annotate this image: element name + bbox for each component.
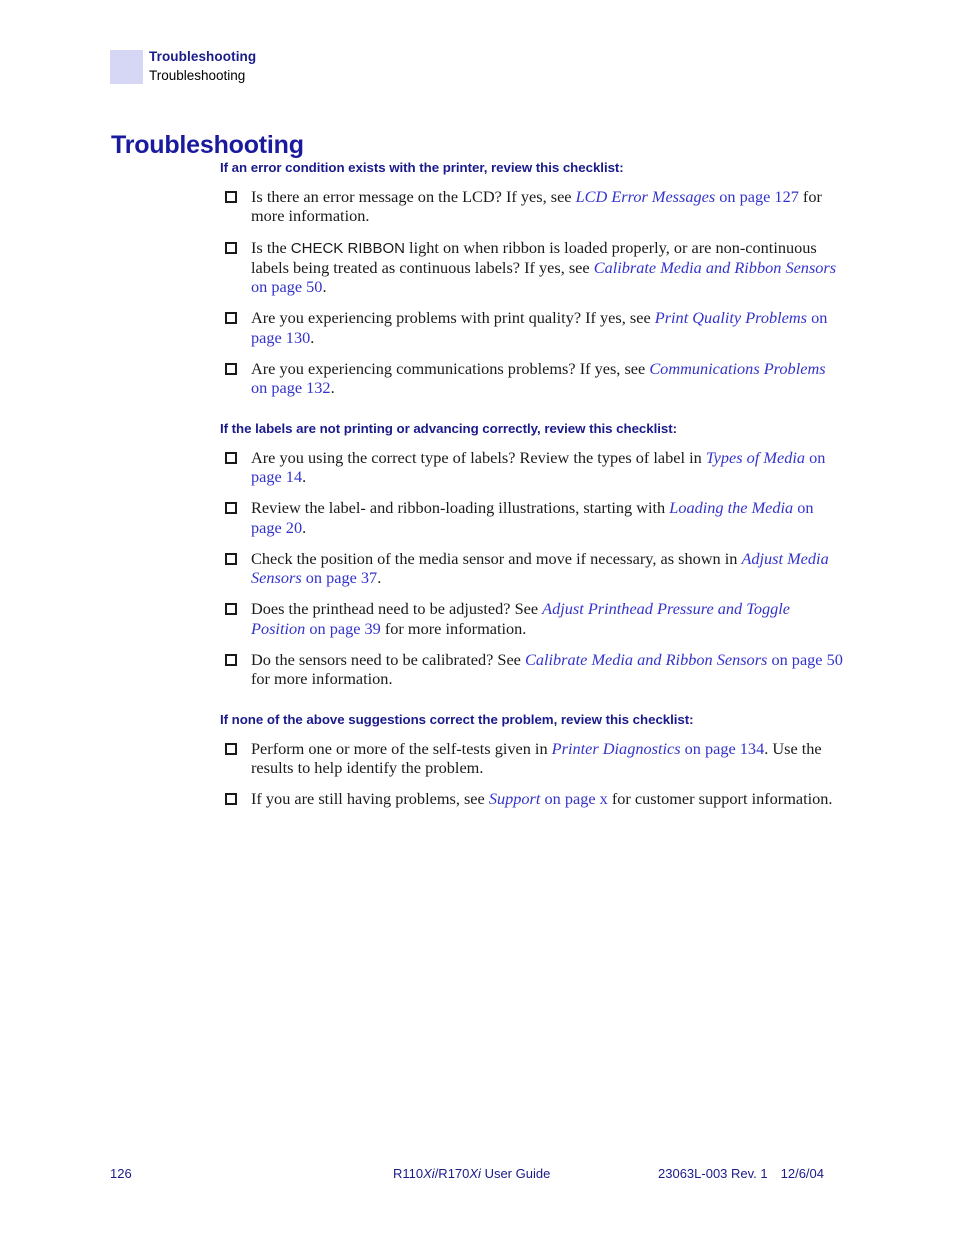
cross-reference-link[interactable]: Types of Media <box>706 448 805 467</box>
header-text-block: Troubleshooting Troubleshooting <box>149 48 256 85</box>
cross-reference-link[interactable]: Support <box>489 789 541 808</box>
item-text-lead: Is the <box>251 237 291 257</box>
checkbox-icon <box>225 654 237 667</box>
item-text-lead: Check the position of the media sensor a… <box>251 548 742 568</box>
item-text-tail: . <box>310 327 315 347</box>
checkbox-icon <box>225 312 237 325</box>
cross-reference-link[interactable]: Print Quality Problems <box>655 308 807 327</box>
item-text-tail: for more information. <box>251 669 393 689</box>
item-text-lead: Perform one or more of the self-tests gi… <box>251 738 552 758</box>
checklist-none-of-above: Perform one or more of the self-tests gi… <box>220 739 845 809</box>
checklist-item: Is the CHECK RIBBON light on when ribbon… <box>220 238 845 297</box>
item-text-lead: Do the sensors need to be calibrated? Se… <box>251 650 525 670</box>
item-text-tail: for more information. <box>380 618 527 638</box>
checkbox-icon <box>225 742 237 755</box>
checklist-item: Check the position of the media sensor a… <box>220 549 845 588</box>
section-heading-error-condition: If an error condition exists with the pr… <box>220 160 624 175</box>
cross-reference-link[interactable]: Loading the Media <box>669 498 793 517</box>
page-reference[interactable]: on page 39 <box>305 619 380 638</box>
item-text-lead: Are you using the correct type of labels… <box>251 447 706 467</box>
checkbox-icon <box>225 241 237 254</box>
header-chapter-title: Troubleshooting <box>149 49 257 64</box>
cross-reference-link[interactable]: LCD Error Messages <box>576 187 716 206</box>
header-color-swatch <box>110 50 143 84</box>
running-header: Troubleshooting Troubleshooting <box>110 48 870 90</box>
section-heading-none-of-above: If none of the above suggestions correct… <box>220 711 694 727</box>
item-text-tail: . <box>302 466 307 486</box>
footer-document-date: 12/6/04 <box>780 1166 824 1181</box>
checkbox-icon <box>225 191 237 203</box>
item-text-lead: Are you experiencing communications prob… <box>251 359 650 379</box>
cross-reference-link[interactable]: Printer Diagnostics <box>552 739 681 758</box>
checkbox-icon <box>225 603 237 616</box>
checkbox-icon <box>225 502 237 515</box>
page-title: Troubleshooting <box>111 130 304 159</box>
checkbox-icon <box>225 451 237 464</box>
checklist-error-condition: Is there an error message on the LCD? If… <box>220 187 845 398</box>
header-section-title: Troubleshooting <box>149 68 246 83</box>
item-text-lead: If you are still having problems, see <box>251 789 489 809</box>
checklist-item: Are you experiencing communications prob… <box>220 359 845 398</box>
item-text-lead: Are you experiencing problems with print… <box>251 308 655 328</box>
checklist-labels-not-printing: Are you using the correct type of labels… <box>220 448 845 689</box>
checklist-item: Review the label- and ribbon-loading ill… <box>220 498 845 537</box>
guide-suffix: User Guide <box>480 1166 551 1181</box>
checkbox-icon <box>225 363 237 376</box>
checkbox-icon <box>225 552 237 565</box>
item-text-lead: Does the printhead need to be adjusted? … <box>251 599 543 619</box>
checklist-item: If you are still having problems, see Su… <box>220 789 845 808</box>
content-column: If an error condition exists with the pr… <box>220 160 845 809</box>
guide-prefix: R110 <box>393 1166 424 1181</box>
item-text-tail: . <box>302 517 307 537</box>
printer-indicator-label: CHECK RIBBON <box>290 239 405 257</box>
item-text-lead: Review the label- and ribbon-loading ill… <box>251 498 670 518</box>
item-text-lead: Is there an error message on the LCD? If… <box>251 187 576 206</box>
checklist-item: Do the sensors need to be calibrated? Se… <box>220 650 845 689</box>
checklist-item: Is there an error message on the LCD? If… <box>220 187 845 226</box>
footer-document-info: 23063L-003 Rev. 1 12/6/04 <box>658 1166 824 1181</box>
page-reference[interactable]: on page 37 <box>302 568 377 587</box>
page-reference[interactable]: on page 50 <box>767 650 842 669</box>
item-text-tail: for customer support information. <box>607 789 833 809</box>
guide-xi-first: Xi <box>423 1166 435 1181</box>
footer-document-number: 23063L-003 Rev. 1 <box>658 1166 768 1181</box>
checklist-item: Are you experiencing problems with print… <box>220 308 845 347</box>
page-reference[interactable]: on page 50 <box>251 277 322 296</box>
section-heading-labels-not-printing: If the labels are not printing or advanc… <box>220 420 677 436</box>
item-text-tail: . <box>322 277 327 297</box>
page-reference[interactable]: on page x <box>540 789 607 808</box>
checklist-item: Does the printhead need to be adjusted? … <box>220 599 845 638</box>
item-text-tail: . <box>377 568 382 588</box>
page-footer: 126 R110Xi/R170Xi User Guide 23063L-003 … <box>110 1166 845 1186</box>
guide-middle: /R170 <box>434 1166 470 1181</box>
cross-reference-link[interactable]: Calibrate Media and Ribbon Sensors <box>594 258 836 277</box>
footer-page-number: 126 <box>110 1166 132 1181</box>
cross-reference-link[interactable]: Calibrate Media and Ribbon Sensors <box>525 650 767 669</box>
page-reference[interactable]: on page 127 <box>715 187 799 206</box>
cross-reference-link[interactable]: Communications Problems <box>649 359 825 378</box>
item-text-tail: . <box>330 378 335 398</box>
checkbox-icon <box>225 793 237 806</box>
page-reference[interactable]: on page 134 <box>681 739 765 758</box>
checklist-item: Perform one or more of the self-tests gi… <box>220 739 845 778</box>
page-reference[interactable]: on page 132 <box>251 378 331 397</box>
guide-xi-second: Xi <box>469 1166 481 1181</box>
footer-guide-title: R110Xi/R170Xi User Guide <box>393 1166 550 1181</box>
checklist-item: Are you using the correct type of labels… <box>220 448 845 487</box>
